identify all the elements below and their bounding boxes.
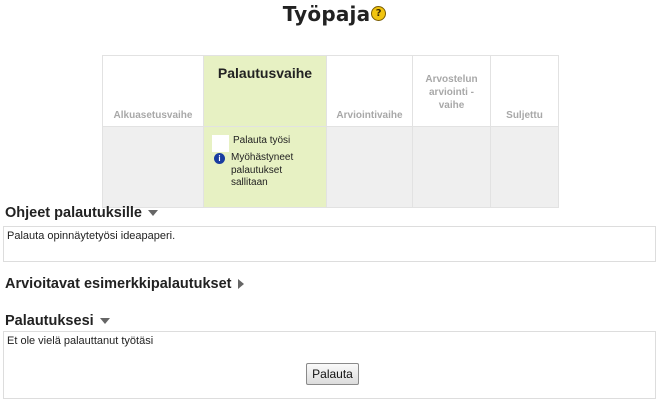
collapse-arrow-icon[interactable]	[99, 318, 110, 325]
section-submission-heading[interactable]: Palautuksesi	[5, 313, 110, 329]
phase-setup: Alkuasetusvaihe	[102, 55, 204, 127]
page-title-text: Työpaja	[282, 2, 371, 26]
task-text: Myöhästyneet palautukset sallitaan	[231, 152, 294, 188]
phase-assessment-tasks	[326, 126, 413, 208]
submission-box: Et ole vielä palauttanut työtäsi Palauta	[3, 331, 656, 399]
section-examples-heading[interactable]: Arvioitavat esimerkkipalautukset	[5, 276, 245, 292]
phase-submission-tasks: Palauta työsi i Myöhästyneet palautukset…	[203, 126, 327, 208]
phase-closed-tasks	[490, 126, 559, 208]
phase-evaluation: Arvostelun arviointi -vaihe	[412, 55, 491, 127]
collapse-arrow-icon[interactable]	[148, 210, 158, 217]
instructions-text: Palauta opinnäytetyösi ideapaperi.	[7, 230, 176, 242]
phase-task-row: Palauta työsi i Myöhästyneet palautukset…	[102, 126, 559, 208]
instructions-box: Palauta opinnäytetyösi ideapaperi.	[3, 226, 656, 262]
expand-arrow-icon[interactable]	[238, 279, 245, 290]
info-icon: i	[214, 153, 225, 164]
section-instructions-heading[interactable]: Ohjeet palautuksille	[5, 205, 158, 221]
task-text: Palauta työsi	[233, 135, 291, 146]
phase-setup-tasks	[102, 126, 204, 208]
phase-assessment: Arviointivaihe	[326, 55, 413, 127]
task-item: i Myöhästyneet palautukset sallitaan	[212, 152, 326, 190]
submission-status-text: Et ole vielä palauttanut työtäsi	[7, 335, 154, 347]
help-icon[interactable]: ?	[371, 6, 387, 21]
checkbox-icon	[212, 135, 229, 152]
task-list: Palauta työsi i Myöhästyneet palautukset…	[204, 127, 326, 190]
phase-table: Alkuasetusvaihe Palautusvaihe Arviointiv…	[102, 55, 559, 208]
phase-header-row: Alkuasetusvaihe Palautusvaihe Arviointiv…	[102, 55, 559, 127]
submit-button[interactable]: Palauta	[306, 363, 359, 385]
phase-closed: Suljettu	[490, 55, 559, 127]
phase-submission: Palautusvaihe	[203, 55, 327, 127]
task-item: Palauta työsi	[212, 135, 326, 152]
phase-evaluation-tasks	[412, 126, 491, 208]
page-title: Työpaja?	[0, 2, 669, 26]
